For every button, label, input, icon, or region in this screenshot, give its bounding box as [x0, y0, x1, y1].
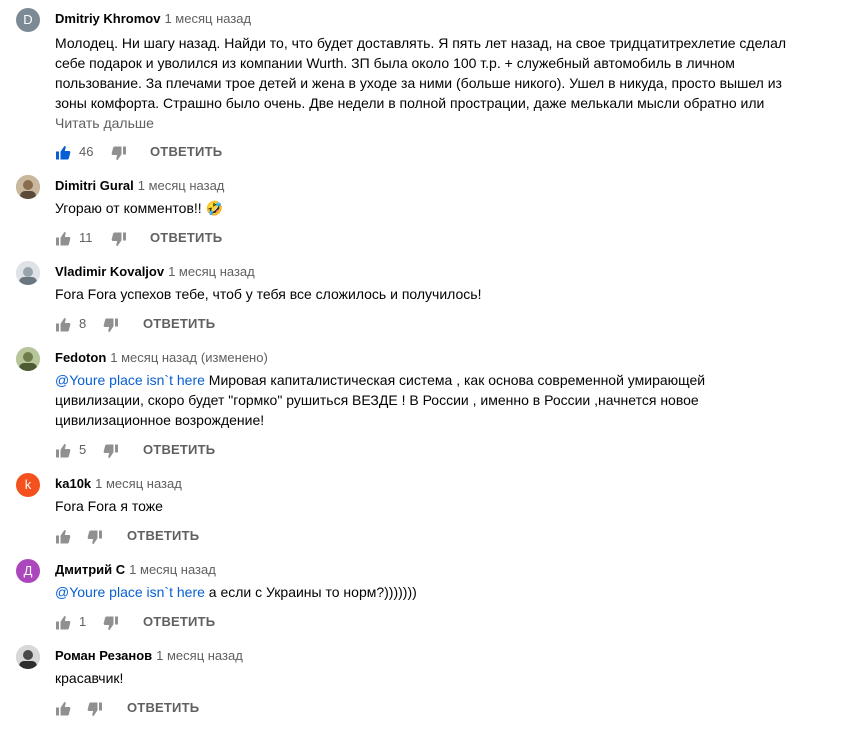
comment-header: Fedoton 1 месяц назад (изменено): [55, 350, 268, 365]
comment-text: красавчик!: [55, 670, 124, 686]
timestamp[interactable]: 1 месяц назад: [138, 178, 225, 193]
comment-header: Dmitriy Khromov 1 месяц назад: [55, 11, 251, 26]
avatar[interactable]: [16, 175, 40, 199]
thumbs-up-icon[interactable]: [55, 701, 71, 717]
thumbs-up-icon[interactable]: [55, 443, 71, 459]
reply-button[interactable]: ОТВЕТИТЬ: [127, 700, 199, 715]
avatar[interactable]: D: [16, 8, 40, 32]
comment-text: Угораю от комментов!! 🤣: [55, 200, 224, 216]
thumbs-down-icon[interactable]: [111, 145, 127, 161]
thumbs-up-icon[interactable]: [55, 231, 71, 247]
reply-button[interactable]: ОТВЕТИТЬ: [143, 316, 215, 331]
author-name[interactable]: ka10k: [55, 476, 91, 491]
timestamp[interactable]: 1 месяц назад: [95, 476, 182, 491]
avatar[interactable]: [16, 261, 40, 285]
thumbs-up-icon[interactable]: [55, 615, 71, 631]
thumbs-down-icon[interactable]: [103, 317, 119, 333]
avatar-photo-icon: [16, 261, 40, 285]
comment-text: Fora Fora успехов тебе, чтоб у тебя все …: [55, 286, 482, 302]
author-name[interactable]: Роман Резанов: [55, 648, 152, 663]
thumbs-down-icon[interactable]: [103, 615, 119, 631]
avatar[interactable]: Д: [16, 559, 40, 583]
reply-button[interactable]: ОТВЕТИТЬ: [127, 528, 199, 543]
comment-text: Молодец. Ни шагу назад. Найди то, что бу…: [55, 35, 787, 111]
read-more-link[interactable]: Читать дальше: [55, 115, 154, 131]
like-count: 5: [79, 442, 87, 457]
mention-link[interactable]: @Youre place isn`t here: [55, 584, 205, 600]
avatar[interactable]: [16, 645, 40, 669]
comment-header: Vladimir Kovaljov 1 месяц назад: [55, 264, 255, 279]
comment-header: Dimitri Gural 1 месяц назад: [55, 178, 224, 193]
like-count: 8: [79, 316, 87, 331]
author-name[interactable]: Vladimir Kovaljov: [55, 264, 164, 279]
comment-header: ka10k 1 месяц назад: [55, 476, 182, 491]
reply-button[interactable]: ОТВЕТИТЬ: [143, 614, 215, 629]
avatar[interactable]: [16, 347, 40, 371]
like-count: 11: [79, 230, 93, 245]
thumbs-up-icon[interactable]: [55, 145, 71, 161]
avatar-photo-icon: [16, 175, 40, 199]
avatar-photo-icon: [16, 347, 40, 371]
thumbs-down-icon[interactable]: [87, 701, 103, 717]
author-name[interactable]: Dmitriy Khromov: [55, 11, 160, 26]
thumbs-down-icon[interactable]: [87, 529, 103, 545]
comment-text: @Youre place isn`t here Мировая капитали…: [55, 370, 795, 430]
timestamp[interactable]: 1 месяц назад: [164, 11, 251, 26]
reply-button[interactable]: ОТВЕТИТЬ: [150, 230, 222, 245]
comment-header: Роман Резанов 1 месяц назад: [55, 648, 243, 663]
comment-text: Fora Fora я тоже: [55, 498, 163, 514]
author-name[interactable]: Dimitri Gural: [55, 178, 134, 193]
timestamp[interactable]: 1 месяц назад: [110, 350, 197, 365]
mention-link[interactable]: @Youre place isn`t here: [55, 372, 205, 388]
comment-header: Дмитрий С 1 месяц назад: [55, 562, 216, 577]
thumbs-down-icon[interactable]: [103, 443, 119, 459]
like-count: 1: [79, 614, 87, 629]
thumbs-up-icon[interactable]: [55, 317, 71, 333]
timestamp[interactable]: 1 месяц назад: [156, 648, 243, 663]
author-name[interactable]: Fedoton: [55, 350, 106, 365]
reply-button[interactable]: ОТВЕТИТЬ: [143, 442, 215, 457]
author-name[interactable]: Дмитрий С: [55, 562, 125, 577]
timestamp[interactable]: 1 месяц назад: [129, 562, 216, 577]
thumbs-down-icon[interactable]: [111, 231, 127, 247]
reply-button[interactable]: ОТВЕТИТЬ: [150, 144, 222, 159]
avatar-photo-icon: [16, 645, 40, 669]
comment-body: а если с Украины то норм?))))))): [204, 584, 417, 600]
edited-label: (изменено): [200, 350, 268, 365]
thumbs-up-icon[interactable]: [55, 529, 71, 545]
comment-text: @Youre place isn`t here а если с Украины…: [55, 582, 795, 602]
timestamp[interactable]: 1 месяц назад: [168, 264, 255, 279]
like-count: 46: [79, 144, 94, 159]
avatar[interactable]: k: [16, 473, 40, 497]
